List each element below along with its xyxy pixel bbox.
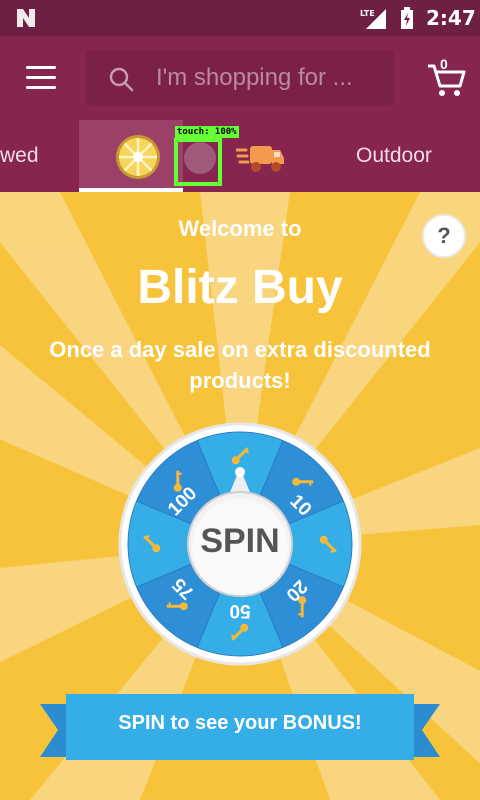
lte-signal-icon: LTE (360, 9, 386, 29)
spin-wheel-icon (116, 135, 160, 179)
delivery-truck-icon (236, 146, 284, 172)
wheel-segment-label: 50 (229, 600, 250, 621)
toolbar: I'm shopping for ... 0 (0, 36, 480, 120)
status-bar: LTE 2:47 (0, 0, 480, 36)
menu-icon[interactable] (26, 66, 58, 90)
status-time: 2:47 (426, 6, 476, 30)
tab-delivery[interactable] (233, 120, 303, 192)
bonus-banner-text: SPIN to see your BONUS! (118, 712, 362, 734)
tab-outdoor[interactable]: Outdoor (340, 120, 480, 192)
touch-indicator-label: touch: 100% (175, 126, 239, 138)
svg-text:LTE: LTE (360, 9, 375, 18)
notification-n-icon (17, 9, 35, 27)
search-input[interactable]: I'm shopping for ... (86, 50, 394, 106)
tab-label: Outdoor (356, 144, 432, 167)
blitz-buy-promo: Welcome to Blitz Buy Once a day sale on … (0, 192, 480, 800)
tab-label: wed (0, 144, 39, 167)
category-tabs: wed Outdoor (0, 120, 480, 192)
tab-blitz-buy[interactable] (79, 120, 183, 192)
tab-viewed[interactable]: wed (0, 120, 79, 192)
cart-count-badge: 0 (440, 56, 448, 72)
search-placeholder: I'm shopping for ... (156, 64, 353, 91)
battery-charging-icon (401, 7, 413, 29)
spin-button-label: SPIN (200, 522, 280, 560)
search-icon (109, 67, 134, 92)
touch-indicator-box (174, 138, 222, 186)
